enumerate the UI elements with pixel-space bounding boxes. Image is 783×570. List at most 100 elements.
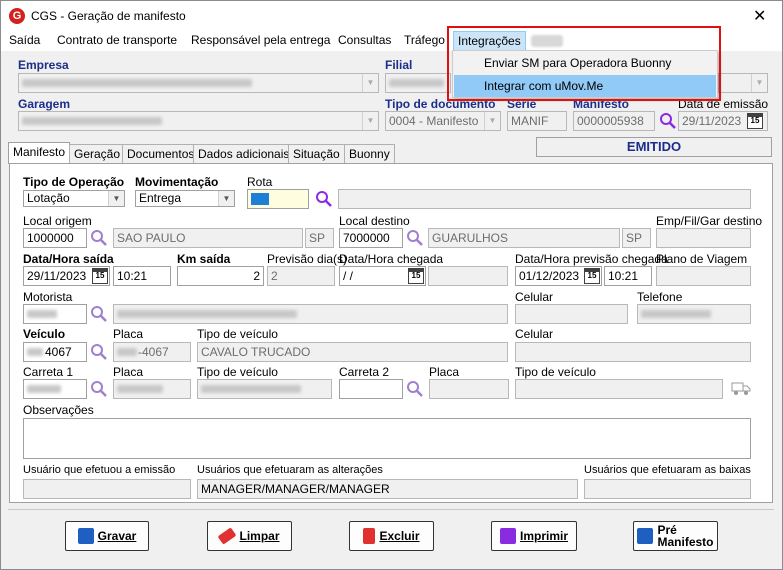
chevron-down-icon[interactable]: ▼ xyxy=(751,74,767,92)
tipo-operacao-value: Lotação xyxy=(27,191,70,205)
tab-manifesto[interactable]: Manifesto xyxy=(8,142,71,164)
hora-prev-chegada-field[interactable]: 10:21 xyxy=(604,266,652,286)
hora-saida-field[interactable]: 10:21 xyxy=(113,266,171,286)
carreta1-tipo-label: Tipo de veículo xyxy=(197,365,278,379)
chevron-down-icon[interactable]: ▼ xyxy=(362,74,378,92)
menu-contrato-transporte[interactable]: Contrato de transporte xyxy=(57,33,177,47)
veiculo-prefix-redacted xyxy=(27,348,43,356)
carreta1-placa-label: Placa xyxy=(113,365,144,379)
search-icon[interactable] xyxy=(90,305,108,323)
tab-dados-adicionais[interactable]: Dados adicionais xyxy=(193,144,295,163)
local-origem-code-field[interactable]: 1000000 xyxy=(23,228,87,248)
window-title: CGS - Geração de manifesto xyxy=(31,9,186,23)
menu-trafego[interactable]: Tráfego xyxy=(404,33,445,47)
movimentacao-value: Entrega xyxy=(139,191,182,205)
usuarios-alteracoes-field: MANAGER/MANAGER/MANAGER xyxy=(197,479,578,499)
usuarios-alteracoes-label: Usuários que efetuaram as alterações xyxy=(197,464,383,476)
celular-veiculo-label: Celular xyxy=(515,327,554,341)
filial-select-end[interactable]: ▼ xyxy=(718,73,768,93)
menu-responsavel-entrega[interactable]: Responsável pela entrega xyxy=(191,33,330,47)
data-saida-label: Data/Hora saída xyxy=(23,252,114,266)
chevron-down-icon[interactable]: ▼ xyxy=(218,191,234,206)
carreta2-tipo-label: Tipo de veículo xyxy=(515,365,596,379)
tipo-operacao-select[interactable]: Lotação ▼ xyxy=(23,190,125,207)
status-badge: EMITIDO xyxy=(536,137,772,157)
tab-situacao[interactable]: Situação xyxy=(288,144,345,163)
data-prev-chegada-value: 01/12/2023 xyxy=(519,269,580,283)
usuario-emissao-field xyxy=(23,479,191,499)
carreta1-field[interactable] xyxy=(23,379,87,399)
garagem-value-redacted xyxy=(22,117,162,125)
observacoes-textarea[interactable] xyxy=(23,418,751,459)
search-icon[interactable] xyxy=(90,380,108,398)
search-icon[interactable] xyxy=(315,190,333,208)
telefone-redacted xyxy=(641,310,711,318)
tab-geracao[interactable]: Geração xyxy=(69,144,126,163)
serie-field[interactable]: MANIF xyxy=(507,111,567,131)
data-saida-value: 29/11/2023 xyxy=(27,269,87,283)
calendar-icon[interactable]: 15 xyxy=(92,268,108,284)
search-icon[interactable] xyxy=(659,112,677,130)
local-origem-label: Local origem xyxy=(23,214,92,228)
search-icon[interactable] xyxy=(90,229,108,247)
calendar-icon[interactable]: 15 xyxy=(584,268,600,284)
close-icon[interactable]: ✕ xyxy=(753,6,766,26)
highlight-annotation xyxy=(447,26,721,101)
save-icon xyxy=(637,528,654,544)
motorista-label: Motorista xyxy=(23,290,73,304)
placa-label: Placa xyxy=(113,327,144,341)
local-destino-uf-field: SP xyxy=(622,228,651,248)
filial-label: Filial xyxy=(385,58,413,72)
calendar-icon[interactable]: 15 xyxy=(408,268,424,284)
gravar-button[interactable]: Gravar xyxy=(65,521,149,551)
trash-icon xyxy=(363,528,376,544)
chevron-down-icon[interactable]: ▼ xyxy=(108,191,124,206)
truck-icon[interactable] xyxy=(731,380,751,396)
local-destino-code-field[interactable]: 7000000 xyxy=(339,228,403,248)
veiculo-value: 4067 xyxy=(45,345,72,359)
km-saida-label: Km saída xyxy=(177,252,231,266)
empresa-label: Empresa xyxy=(18,58,69,72)
manifesto-field[interactable]: 0000005938 xyxy=(573,111,655,131)
menu-saida[interactable]: Saída xyxy=(9,33,40,47)
observacoes-label: Observações xyxy=(23,403,94,417)
empresa-select[interactable]: ▼ xyxy=(18,73,379,93)
search-icon[interactable] xyxy=(406,229,424,247)
chevron-down-icon[interactable]: ▼ xyxy=(362,112,378,130)
movimentacao-select[interactable]: Entrega ▼ xyxy=(135,190,235,207)
carreta2-field[interactable] xyxy=(339,379,403,399)
calendar-icon[interactable]: 15 xyxy=(747,113,763,129)
chevron-down-icon[interactable]: ▼ xyxy=(484,112,500,130)
km-saida-field[interactable]: 2 xyxy=(177,266,264,286)
motorista-code-field[interactable] xyxy=(23,304,87,324)
save-icon xyxy=(77,528,94,544)
motorista-name-field xyxy=(113,304,508,324)
carreta2-placa-field xyxy=(429,379,509,399)
search-icon[interactable] xyxy=(406,380,424,398)
menu-consultas[interactable]: Consultas xyxy=(338,33,391,47)
veiculo-field[interactable]: 4067 xyxy=(23,342,87,362)
celular-veiculo-field xyxy=(515,342,751,362)
filial-select[interactable] xyxy=(385,73,451,93)
tab-documentos[interactable]: Documentos xyxy=(122,144,200,163)
carreta1-label: Carreta 1 xyxy=(23,365,74,379)
pre-manifesto-button[interactable]: Pré Manifesto xyxy=(633,521,718,551)
tipo-documento-select[interactable]: 0004 - Manifesto ▼ xyxy=(385,111,501,131)
telefone-label: Telefone xyxy=(637,290,683,304)
data-chegada-label: Data/Hora chegada xyxy=(339,252,444,266)
excluir-label: Excluir xyxy=(379,529,420,543)
emp-fil-gar-field xyxy=(656,228,751,248)
local-origem-uf-field: SP xyxy=(305,228,334,248)
usuario-emissao-label: Usuário que efetuou a emissão xyxy=(23,464,176,476)
excluir-button[interactable]: Excluir xyxy=(349,521,434,551)
data-chegada-value: / / xyxy=(343,269,354,283)
imprimir-button[interactable]: Imprimir xyxy=(491,521,577,551)
tab-buonny[interactable]: Buonny xyxy=(344,144,395,163)
rota-label: Rota xyxy=(247,175,273,189)
rota-field[interactable] xyxy=(247,189,309,209)
carreta2-label: Carreta 2 xyxy=(339,365,390,379)
limpar-button[interactable]: Limpar xyxy=(207,521,292,551)
search-icon[interactable] xyxy=(90,343,108,361)
garagem-select[interactable]: ▼ xyxy=(18,111,379,131)
pre-manifesto-line2: Manifesto xyxy=(657,535,714,549)
